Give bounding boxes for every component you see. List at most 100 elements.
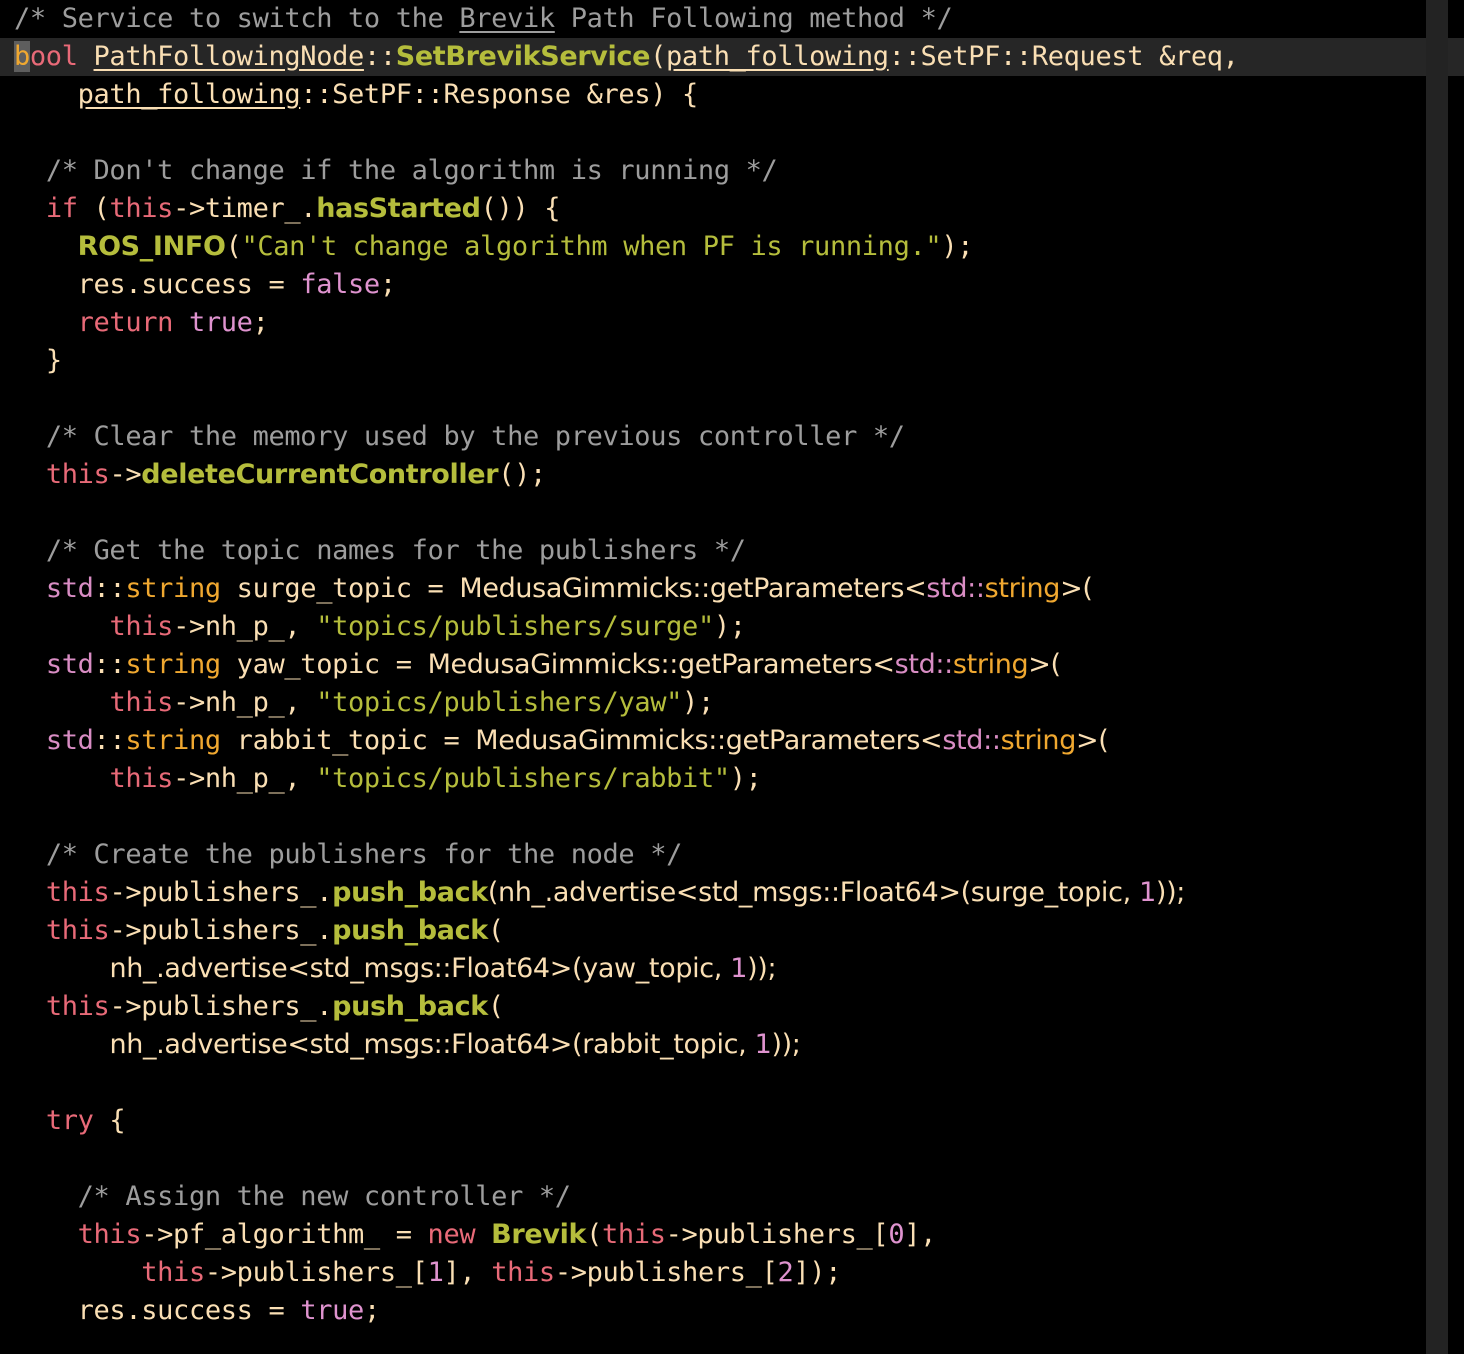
punct: ; bbox=[252, 307, 269, 338]
this-token: this bbox=[109, 687, 174, 718]
call-args: nh_.advertise<std_msgs::Float64>(yaw_top… bbox=[109, 953, 731, 984]
this-token: this bbox=[109, 193, 174, 224]
code-line[interactable]: this->deleteCurrentController(); bbox=[0, 456, 1464, 494]
member-access: ->publishers_. bbox=[109, 915, 333, 946]
code-line[interactable]: /* Assign the new controller */ bbox=[0, 1178, 1464, 1216]
bool-literal: false bbox=[300, 269, 380, 300]
namespace-token: std bbox=[45, 573, 94, 604]
angle-close: >( bbox=[1060, 573, 1093, 604]
number-literal: 2 bbox=[777, 1257, 794, 1288]
keyword-token: new bbox=[427, 1219, 476, 1250]
code-line-blank[interactable] bbox=[0, 798, 1464, 836]
code-line-active[interactable]: bool PathFollowingNode::SetBrevikService… bbox=[0, 38, 1464, 76]
code-line[interactable]: ROS_INFO("Can't change algorithm when PF… bbox=[0, 228, 1464, 266]
code-line[interactable]: this->pf_algorithm_ = new Brevik(this->p… bbox=[0, 1216, 1464, 1254]
member-access: ->nh_p_, bbox=[173, 763, 317, 794]
comment-text: Path Following method */ bbox=[554, 3, 953, 34]
member-access: ->publishers_[ bbox=[204, 1257, 428, 1288]
vertical-scrollbar-track[interactable] bbox=[1426, 0, 1456, 1354]
function-name-token: push_back bbox=[332, 877, 488, 908]
member-access: ->pf_algorithm_ = bbox=[141, 1219, 428, 1250]
code-line-blank[interactable] bbox=[0, 114, 1464, 152]
code-line[interactable]: std::string surge_topic = MedusaGimmicks… bbox=[0, 570, 1464, 608]
scope-operator: :: bbox=[93, 573, 126, 604]
code-line[interactable]: /* Create the publishers for the node */ bbox=[0, 836, 1464, 874]
punct: ( bbox=[77, 193, 110, 224]
comment-text: /* Service to switch to the bbox=[14, 3, 460, 34]
code-line-blank[interactable] bbox=[0, 494, 1464, 532]
code-line[interactable]: this->nh_p_, "topics/publishers/surge"); bbox=[0, 608, 1464, 646]
code-line[interactable]: res.success = false; bbox=[0, 266, 1464, 304]
member-expr: res.success = bbox=[77, 1295, 301, 1326]
call-args: nh_.advertise<std_msgs::Float64>(rabbit_… bbox=[109, 1029, 755, 1060]
code-line[interactable]: std::string rabbit_topic = MedusaGimmick… bbox=[0, 722, 1464, 760]
code-line[interactable]: /* Service to switch to the Brevik Path … bbox=[0, 0, 1464, 38]
punct: ); bbox=[713, 611, 746, 642]
code-line-blank[interactable] bbox=[0, 380, 1464, 418]
member-access: ->nh_p_, bbox=[173, 687, 317, 718]
angle-open: < bbox=[920, 725, 943, 756]
code-line[interactable]: this->publishers_.push_back( bbox=[0, 912, 1464, 950]
code-line[interactable]: /* Get the topic names for the publisher… bbox=[0, 532, 1464, 570]
code-line-blank[interactable] bbox=[0, 1140, 1464, 1178]
code-line[interactable]: res.success = true; bbox=[0, 1292, 1464, 1330]
code-line[interactable]: this->publishers_.push_back(nh_.advertis… bbox=[0, 874, 1464, 912]
code-line[interactable]: return true; bbox=[0, 304, 1464, 342]
code-line[interactable]: path_following::SetPF::Response &res) { bbox=[0, 76, 1464, 114]
this-token: this bbox=[109, 611, 174, 642]
this-token: this bbox=[491, 1257, 555, 1288]
this-token: this bbox=[45, 991, 110, 1022]
punct: (); bbox=[498, 459, 546, 490]
code-line[interactable]: nh_.advertise<std_msgs::Float64>(rabbit_… bbox=[0, 1026, 1464, 1064]
member-access: ->timer_. bbox=[173, 193, 317, 224]
code-editor[interactable]: /* Service to switch to the Brevik Path … bbox=[0, 0, 1464, 1354]
punct: ]); bbox=[793, 1257, 842, 1288]
code-line[interactable]: /* Clear the memory used by the previous… bbox=[0, 418, 1464, 456]
keyword-token: if bbox=[45, 193, 78, 224]
number-literal: 1 bbox=[730, 953, 748, 984]
namespace-token: std bbox=[45, 725, 94, 756]
brace: } bbox=[45, 345, 62, 376]
this-token: this bbox=[45, 915, 110, 946]
angle-open: < bbox=[904, 573, 927, 604]
class-method-token: MedusaGimmicks::getParameters bbox=[475, 725, 921, 756]
scope-operator: :: bbox=[93, 725, 126, 756]
code-line[interactable]: } bbox=[0, 342, 1464, 380]
code-line[interactable]: this->nh_p_, "topics/publishers/rabbit")… bbox=[0, 760, 1464, 798]
paren: ( bbox=[586, 1219, 602, 1250]
number-literal: 1 bbox=[427, 1257, 444, 1288]
variable-token: surge_topic = bbox=[220, 573, 460, 604]
member-access: -> bbox=[109, 459, 142, 490]
code-line-blank[interactable] bbox=[0, 1064, 1464, 1102]
number-literal: 0 bbox=[888, 1219, 905, 1250]
code-line[interactable]: this->nh_p_, "topics/publishers/yaw"); bbox=[0, 684, 1464, 722]
scope-operator: :: bbox=[983, 725, 1001, 756]
member-access: ->publishers_[ bbox=[554, 1257, 778, 1288]
variable-token: yaw_topic = bbox=[220, 649, 428, 680]
comment-text: /* Don't change if the algorithm is runn… bbox=[45, 155, 778, 186]
code-line[interactable]: std::string yaw_topic = MedusaGimmicks::… bbox=[0, 646, 1464, 684]
keyword-token: ool bbox=[29, 41, 78, 72]
code-content[interactable]: /* Service to switch to the Brevik Path … bbox=[0, 0, 1464, 1330]
function-name-token: deleteCurrentController bbox=[141, 459, 499, 490]
code-line[interactable]: if (this->timer_.hasStarted()) { bbox=[0, 190, 1464, 228]
scope-operator: :: bbox=[935, 649, 953, 680]
code-line[interactable]: /* Don't change if the algorithm is runn… bbox=[0, 152, 1464, 190]
code-line[interactable]: try { bbox=[0, 1102, 1464, 1140]
punct: ); bbox=[729, 763, 762, 794]
code-line[interactable]: this->publishers_[1], this->publishers_[… bbox=[0, 1254, 1464, 1292]
angle-close: >( bbox=[1076, 725, 1109, 756]
punct: )); bbox=[771, 1029, 801, 1060]
param-text: ::SetPF::Response &res) { bbox=[300, 79, 698, 110]
vertical-scrollbar-thumb[interactable] bbox=[1426, 0, 1448, 1354]
code-line[interactable]: this->publishers_.push_back( bbox=[0, 988, 1464, 1026]
brace: { bbox=[93, 1105, 126, 1136]
punct: ], bbox=[904, 1219, 937, 1250]
comment-text: /* Get the topic names for the publisher… bbox=[45, 535, 746, 566]
code-line[interactable]: nh_.advertise<std_msgs::Float64>(yaw_top… bbox=[0, 950, 1464, 988]
number-literal: 1 bbox=[1139, 877, 1156, 908]
member-access: ->publishers_[ bbox=[665, 1219, 889, 1250]
namespace-token: std bbox=[942, 725, 984, 756]
